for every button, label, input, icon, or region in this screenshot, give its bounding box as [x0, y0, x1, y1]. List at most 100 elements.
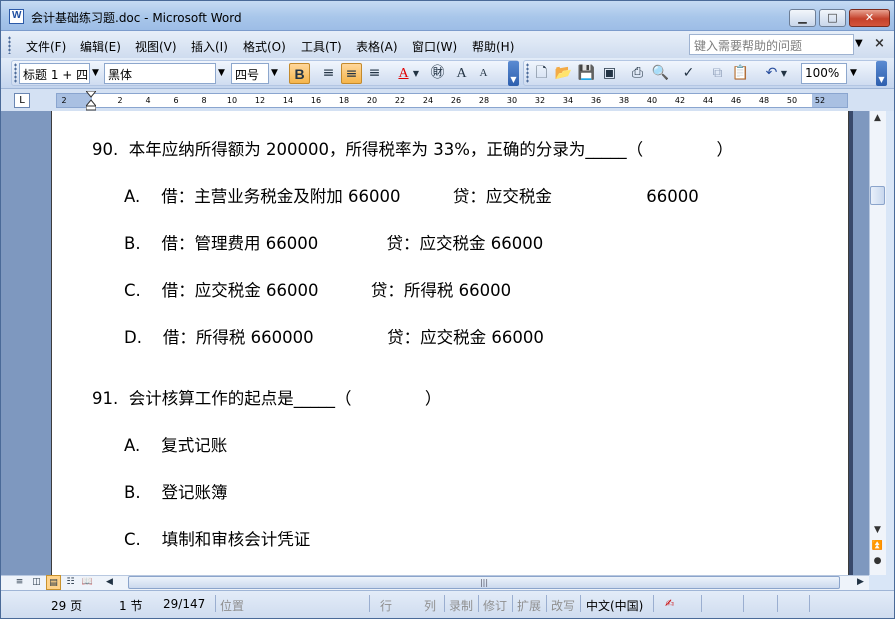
- print-icon[interactable]: ⎙: [627, 63, 648, 84]
- zoom-dropdown-icon[interactable]: ▼: [847, 63, 860, 84]
- print-preview-icon[interactable]: 🔍: [650, 63, 671, 84]
- style-dropdown-icon[interactable]: ▼: [89, 63, 102, 84]
- grow-font-icon[interactable]: A: [451, 63, 472, 84]
- save-icon[interactable]: 💾: [576, 63, 597, 84]
- status-line: 行: [380, 599, 393, 613]
- option-91-c[interactable]: C. 填制和审核会计凭证: [124, 526, 310, 550]
- scroll-down-icon[interactable]: ▼: [869, 525, 886, 539]
- web-layout-view-icon[interactable]: ◫: [29, 575, 44, 590]
- status-section: 1 节: [119, 599, 143, 613]
- status-divider: [701, 595, 702, 612]
- status-divider: [653, 595, 654, 612]
- horizontal-scroll-thumb[interactable]: |||: [128, 576, 840, 589]
- align-left-icon[interactable]: ≡: [318, 63, 339, 84]
- align-center-icon[interactable]: ≡: [341, 63, 362, 84]
- menu-tools[interactable]: 工具(T): [301, 38, 342, 55]
- option-91-a[interactable]: A. 复式记账: [124, 432, 227, 456]
- shrink-font-icon[interactable]: A: [473, 63, 494, 84]
- copy-icon[interactable]: ⧉: [707, 63, 728, 84]
- ruler-label: 16: [310, 96, 322, 105]
- standard-toolbar-options-icon[interactable]: ▼: [876, 61, 887, 86]
- status-extend[interactable]: 扩展: [517, 597, 541, 614]
- menu-view[interactable]: 视图(V): [135, 38, 177, 55]
- previous-page-icon[interactable]: ⏫: [869, 541, 886, 555]
- formatting-toolbar-grip[interactable]: [14, 63, 17, 83]
- ruler-label: 6: [173, 96, 179, 105]
- close-icon: ✕: [864, 11, 875, 24]
- vertical-scrollbar[interactable]: [869, 111, 886, 575]
- ruler-label: 14: [282, 96, 294, 105]
- status-divider: [546, 595, 547, 612]
- document-close-icon[interactable]: ×: [874, 36, 885, 51]
- scroll-right-icon[interactable]: ▶: [853, 575, 868, 590]
- question-90[interactable]: 90. 本年应纳所得额为 200000，所得税率为 33%，正确的分录为____…: [92, 136, 733, 160]
- horizontal-ruler[interactable]: 2 2 4 6 8 10 12 14 16 18 20 22 24 26 28 …: [56, 93, 848, 108]
- ruler-label: 20: [366, 96, 378, 105]
- open-icon[interactable]: 📂: [553, 63, 574, 84]
- close-button[interactable]: ✕: [849, 9, 890, 27]
- reading-layout-view-icon[interactable]: 📖: [80, 575, 95, 590]
- minimize-icon: ▁: [798, 11, 807, 24]
- ruler-label: 50: [786, 96, 798, 105]
- phonetic-guide-icon[interactable]: ㊖: [427, 63, 448, 84]
- spelling-status-icon[interactable]: ✍: [665, 597, 674, 610]
- status-divider: [809, 595, 810, 612]
- word-doc-icon[interactable]: [9, 9, 24, 24]
- font-combo[interactable]: 黑体: [104, 63, 216, 84]
- print-layout-view-icon[interactable]: ▤: [46, 575, 61, 590]
- menu-window[interactable]: 窗口(W): [412, 38, 457, 55]
- menu-file[interactable]: 文件(F): [26, 38, 66, 55]
- font-size-combo[interactable]: 四号: [231, 63, 269, 84]
- bold-button[interactable]: B: [289, 63, 310, 84]
- indent-marker-icon[interactable]: [86, 91, 96, 111]
- ruler-label: 2: [117, 96, 123, 105]
- menu-insert[interactable]: 插入(I): [191, 38, 228, 55]
- font-color-dropdown-icon[interactable]: ▼: [411, 63, 421, 84]
- status-position: 位置: [220, 599, 245, 613]
- style-combo[interactable]: 标题 1 + 四: [19, 63, 90, 84]
- option-90-d[interactable]: D. 借：所得税 660000 贷：应交税金 66000: [124, 324, 544, 348]
- status-overtype[interactable]: 改写: [551, 597, 575, 614]
- scroll-up-icon[interactable]: ▲: [869, 113, 886, 127]
- ruler-label: 42: [674, 96, 686, 105]
- option-90-c[interactable]: C. 借：应交税金 66000 贷：所得税 66000: [124, 277, 511, 301]
- standard-toolbar-grip[interactable]: [526, 63, 529, 83]
- browse-object-icon[interactable]: ●: [869, 556, 886, 570]
- menu-edit[interactable]: 编辑(E): [80, 38, 121, 55]
- vertical-scroll-thumb[interactable]: [870, 186, 885, 205]
- new-doc-icon[interactable]: 🗋: [531, 63, 552, 84]
- tab-selector[interactable]: L: [14, 93, 30, 108]
- option-90-b[interactable]: B. 借：管理费用 66000 贷：应交税金 66000: [124, 230, 543, 254]
- menu-table[interactable]: 表格(A): [356, 38, 398, 55]
- align-right-icon[interactable]: ≡: [364, 63, 385, 84]
- ruler-label: 40: [646, 96, 658, 105]
- option-90-a[interactable]: A. 借：主营业务税金及附加 66000 贷：应交税金 66000: [124, 183, 699, 207]
- status-divider: [743, 595, 744, 612]
- status-record[interactable]: 录制: [449, 597, 473, 614]
- question-91[interactable]: 91. 会计核算工作的起点是_____（ ）: [92, 385, 441, 409]
- undo-dropdown-icon[interactable]: ▼: [779, 63, 789, 84]
- permission-icon[interactable]: ▣: [599, 63, 620, 84]
- help-search-input[interactable]: 键入需要帮助的问题: [689, 34, 854, 55]
- spelling-icon[interactable]: ✓: [678, 63, 699, 84]
- ruler-label: 28: [478, 96, 490, 105]
- menu-grip[interactable]: [8, 36, 11, 54]
- status-revision[interactable]: 修订: [483, 597, 507, 614]
- help-dropdown-icon[interactable]: ▼: [855, 38, 869, 49]
- menu-help[interactable]: 帮助(H): [472, 38, 514, 55]
- ruler-label: 38: [618, 96, 630, 105]
- zoom-combo[interactable]: 100%: [801, 63, 847, 84]
- option-91-b[interactable]: B. 登记账簿: [124, 479, 228, 503]
- ruler-label: 32: [534, 96, 546, 105]
- maximize-button[interactable]: □: [819, 9, 846, 27]
- menu-format[interactable]: 格式(O): [243, 38, 286, 55]
- normal-view-icon[interactable]: ≡: [12, 575, 27, 590]
- paste-icon[interactable]: 📋: [730, 63, 751, 84]
- font-size-dropdown-icon[interactable]: ▼: [268, 63, 281, 84]
- minimize-button[interactable]: ▁: [789, 9, 816, 27]
- scroll-left-icon[interactable]: ◀: [102, 575, 117, 590]
- font-dropdown-icon[interactable]: ▼: [215, 63, 228, 84]
- formatting-toolbar-options-icon[interactable]: ▼: [508, 61, 519, 86]
- outline-view-icon[interactable]: ☷: [63, 575, 78, 590]
- page-shadow: [849, 111, 853, 575]
